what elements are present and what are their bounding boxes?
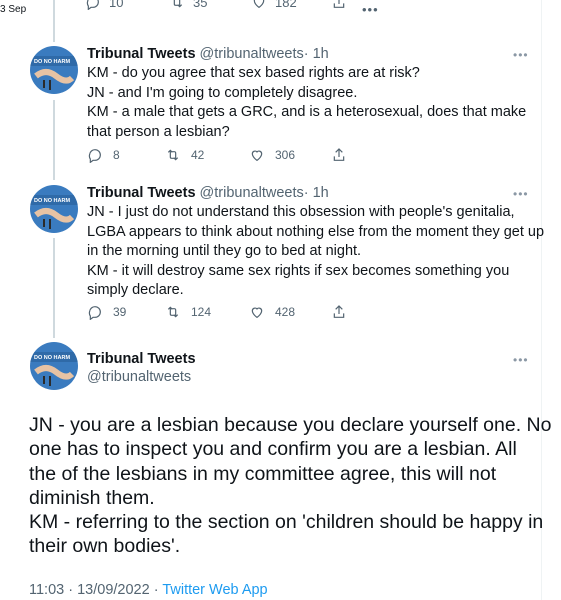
tweet-line: JN - you are a lesbian because you decla…: [29, 414, 552, 436]
user-handle[interactable]: @tribunaltweets: [200, 185, 304, 201]
tweet-line: their own bodies'.: [29, 535, 181, 558]
tweet-timestamp[interactable]: 11:03 · 13/09/2022 ·: [29, 582, 159, 598]
like-button[interactable]: 428: [249, 304, 331, 320]
share-icon: [333, 0, 345, 8]
tweet-line: LGBA appears to think about nothing else…: [87, 223, 545, 240]
like-button[interactable]: 306: [249, 147, 331, 163]
avatar[interactable]: DO NO HARM: [30, 342, 78, 390]
tweet-actions: 39 124 428: [87, 304, 347, 320]
column-divider: [541, 0, 542, 600]
more-options-icon[interactable]: •••: [362, 2, 379, 17]
avatar-image: DO NO HARM: [30, 46, 78, 94]
retweet-icon: [173, 0, 183, 8]
tweet-line: that person a lesbian?: [87, 123, 230, 140]
like-count: 306: [275, 148, 296, 162]
heart-icon: [253, 0, 265, 9]
display-name[interactable]: Tribunal Tweets: [87, 350, 527, 368]
thread-connector: [53, 238, 55, 338]
date-label: 3 Sep: [0, 4, 27, 15]
tweet-line: one has to inspect you and confirm you a…: [29, 438, 517, 461]
tweet-line: diminish them.: [29, 486, 155, 509]
retweet-count: 42: [191, 148, 205, 162]
display-name[interactable]: Tribunal Tweets: [87, 46, 196, 62]
reply-icon: [88, 149, 101, 163]
reply-icon: [86, 0, 99, 10]
tweet-time[interactable]: 1h: [313, 185, 329, 201]
tweet-actions: 8 42 306: [87, 147, 347, 163]
like-count: 182: [275, 0, 297, 10]
reply-count: 8: [113, 148, 120, 162]
tweet-line: KM - a male that gets a GRC, and is a he…: [87, 104, 527, 120]
tweet-line: the of the lesbians in my committee agre…: [29, 462, 497, 485]
avatar-label: DO NO HARM: [34, 198, 70, 204]
avatar[interactable]: DO NO HARM: [30, 46, 78, 94]
thread-connector: [53, 0, 55, 42]
avatar-label: DO NO HARM: [34, 59, 70, 65]
user-handle[interactable]: @tribunaltweets: [87, 368, 527, 386]
tweet-time[interactable]: 1h: [313, 46, 329, 62]
display-name[interactable]: Tribunal Tweets: [87, 185, 196, 201]
tweet-line: KM - do you agree that sex based rights …: [87, 65, 420, 81]
tweet-header: Tribunal Tweets @tribunaltweets· 1h: [87, 45, 527, 63]
tweet-text: KM - do you agree that sex based rights …: [87, 64, 527, 142]
heart-icon: [251, 307, 263, 319]
tweet-text: JN - I just do not understand this obses…: [87, 203, 545, 301]
main-tweet-header: Tribunal Tweets @tribunaltweets: [87, 350, 527, 386]
more-options-icon[interactable]: •••: [513, 48, 529, 62]
separator-dot: ·: [303, 185, 309, 201]
tweet-line: simply declare.: [87, 282, 184, 298]
main-tweet-text: JN - you are a lesbian because you decla…: [29, 413, 552, 559]
tweet-metadata: 11:03 · 13/09/2022 · Twitter Web App: [29, 582, 268, 598]
share-icon: [333, 148, 345, 161]
tweet-line: KM - referring to the section on 'childr…: [29, 511, 544, 534]
heart-icon: [251, 150, 263, 162]
retweet-icon: [167, 149, 179, 161]
reply-count: 10: [109, 0, 124, 10]
reply-count: 39: [113, 305, 127, 319]
reply-button[interactable]: 10: [85, 0, 123, 10]
tweet[interactable]: Tribunal Tweets @tribunaltweets· 1h JN -…: [87, 184, 545, 301]
avatar-label: DO NO HARM: [34, 355, 70, 361]
reply-button[interactable]: 8: [87, 147, 165, 163]
avatar[interactable]: DO NO HARM: [30, 185, 78, 233]
retweet-button[interactable]: 124: [165, 304, 249, 320]
share-button[interactable]: [331, 0, 347, 10]
tweet-line: KM - it will destroy same sex rights if …: [87, 262, 510, 279]
tweet-header: Tribunal Tweets @tribunaltweets· 1h: [87, 184, 527, 202]
share-button[interactable]: [331, 304, 347, 320]
reply-icon: [88, 306, 101, 320]
previous-tweet-actions: 10 35 182: [85, 0, 355, 22]
user-handle[interactable]: @tribunaltweets: [200, 46, 304, 62]
more-options-icon[interactable]: •••: [513, 353, 529, 367]
tweet-line: JN - I just do not understand this obses…: [87, 204, 515, 220]
share-icon: [333, 305, 345, 318]
share-button[interactable]: [331, 147, 347, 163]
avatar-image: DO NO HARM: [30, 185, 78, 233]
more-options-icon[interactable]: •••: [513, 187, 529, 201]
source-app-link[interactable]: Twitter Web App: [162, 582, 267, 598]
retweet-icon: [167, 306, 179, 318]
thread-connector: [53, 100, 55, 180]
like-count: 428: [275, 305, 296, 319]
retweet-count: 35: [193, 0, 208, 10]
avatar-image: DO NO HARM: [30, 342, 78, 390]
tweet[interactable]: Tribunal Tweets @tribunaltweets· 1h KM -…: [87, 45, 527, 142]
like-button[interactable]: 182: [251, 0, 297, 10]
tweet-line: in the morning until they go to bed at n…: [87, 243, 362, 259]
retweet-button[interactable]: 42: [165, 147, 249, 163]
retweet-button[interactable]: 35: [169, 0, 207, 10]
tweet-line: JN - and I'm going to completely disagre…: [87, 84, 358, 101]
reply-button[interactable]: 39: [87, 304, 165, 320]
retweet-count: 124: [191, 305, 212, 319]
separator-dot: ·: [303, 46, 309, 62]
